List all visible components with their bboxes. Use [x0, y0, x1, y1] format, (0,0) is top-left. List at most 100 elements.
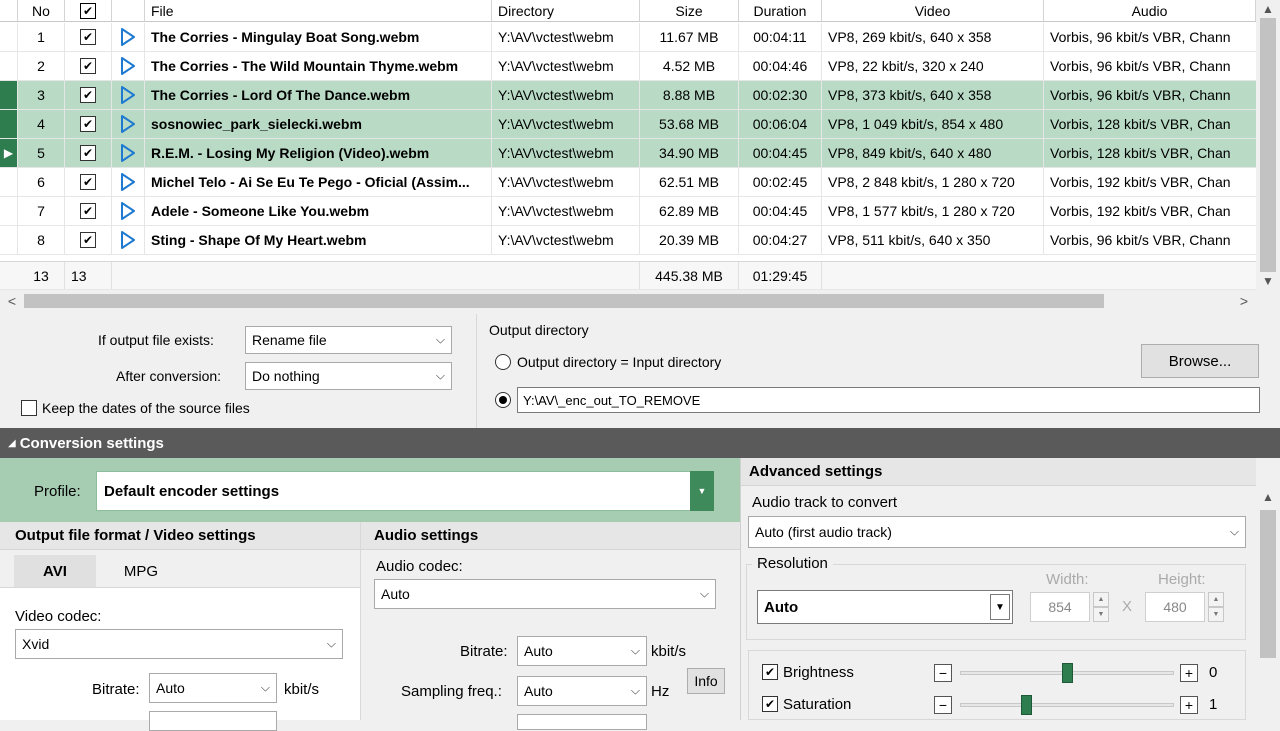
saturation-slider-track[interactable]	[960, 703, 1174, 707]
scroll-up-arrow-icon[interactable]: ▲	[1256, 488, 1280, 506]
row-checkbox[interactable]: ✔	[80, 87, 96, 103]
video-codec-dropdown[interactable]: Xvid ⌵	[15, 629, 343, 659]
row-indicator[interactable]	[0, 52, 18, 80]
resolution-dropdown[interactable]: Auto ▼	[757, 590, 1013, 624]
row-checkbox-cell[interactable]: ✔	[65, 197, 112, 225]
collapse-triangle-icon[interactable]: ◢	[8, 438, 16, 449]
brightness-checkbox[interactable]: ✔	[762, 664, 778, 680]
scroll-up-arrow-icon[interactable]: ▲	[1256, 0, 1280, 18]
column-header-audio[interactable]: Audio	[1044, 0, 1256, 21]
row-checkbox-cell[interactable]: ✔	[65, 110, 112, 138]
vertical-scroll-thumb[interactable]	[1260, 18, 1276, 272]
column-header-video[interactable]: Video	[822, 0, 1044, 21]
row-play-cell[interactable]	[112, 23, 145, 51]
row-checkbox-cell[interactable]: ✔	[65, 23, 112, 51]
row-indicator[interactable]	[0, 226, 18, 254]
tab-avi[interactable]: AVI	[14, 555, 96, 587]
row-indicator[interactable]	[0, 197, 18, 225]
saturation-slider-thumb[interactable]	[1021, 695, 1032, 715]
info-button[interactable]: Info	[687, 668, 725, 694]
custom-directory-field[interactable]: Y:\AV\_enc_out_TO_REMOVE	[517, 387, 1260, 413]
row-play-cell[interactable]	[112, 168, 145, 196]
height-spin-up-icon[interactable]: ▲	[1208, 592, 1224, 607]
saturation-minus-icon[interactable]: −	[934, 696, 952, 714]
table-row[interactable]: 2 ✔ The Corries - The Wild Mountain Thyme.…	[0, 52, 1256, 81]
browse-button[interactable]: Browse...	[1141, 344, 1259, 378]
keep-dates-checkbox[interactable]	[21, 400, 37, 416]
saturation-plus-icon[interactable]: +	[1180, 696, 1198, 714]
width-spin-up-icon[interactable]: ▲	[1093, 592, 1109, 607]
row-checkbox[interactable]: ✔	[80, 232, 96, 248]
scroll-down-arrow-icon[interactable]: ▼	[1256, 272, 1280, 290]
column-header-directory[interactable]: Directory	[492, 0, 640, 21]
row-indicator[interactable]: ▶	[0, 139, 18, 167]
tab-mpg[interactable]: MPG	[100, 555, 182, 587]
row-play-cell[interactable]	[112, 81, 145, 109]
play-triangle-icon[interactable]	[120, 85, 136, 105]
video-bitrate-dropdown[interactable]: Auto ⌵	[149, 673, 277, 703]
row-indicator[interactable]	[0, 23, 18, 51]
play-triangle-icon[interactable]	[120, 143, 136, 163]
row-indicator[interactable]	[0, 110, 18, 138]
brightness-plus-icon[interactable]: +	[1180, 664, 1198, 682]
row-play-cell[interactable]	[112, 139, 145, 167]
video-secondary-dropdown[interactable]	[149, 711, 277, 731]
row-checkbox[interactable]: ✔	[80, 174, 96, 190]
width-spin-down-icon[interactable]: ▼	[1093, 607, 1109, 622]
audio-codec-dropdown[interactable]: Auto ⌵	[374, 579, 716, 609]
column-header-check[interactable]: ✔	[65, 0, 112, 21]
radio-custom-directory[interactable]	[495, 392, 511, 408]
row-checkbox-cell[interactable]: ✔	[65, 52, 112, 80]
row-checkbox-cell[interactable]: ✔	[65, 226, 112, 254]
row-play-cell[interactable]	[112, 197, 145, 225]
file-list-grid[interactable]: No ✔ File Directory Size Duration Video …	[0, 0, 1256, 290]
brightness-minus-icon[interactable]: −	[934, 664, 952, 682]
audio-track-dropdown[interactable]: Auto (first audio track) ⌵	[748, 516, 1246, 548]
row-indicator[interactable]	[0, 168, 18, 196]
play-triangle-icon[interactable]	[120, 56, 136, 76]
after-conversion-dropdown[interactable]: Do nothing ⌵	[245, 362, 452, 390]
profile-dropdown[interactable]: Default encoder settings	[96, 471, 714, 511]
if-output-exists-dropdown[interactable]: Rename file ⌵	[245, 326, 452, 354]
audio-bitrate-dropdown[interactable]: Auto ⌵	[517, 636, 647, 666]
scroll-right-arrow-icon[interactable]: >	[1232, 290, 1256, 312]
row-checkbox-cell[interactable]: ✔	[65, 139, 112, 167]
play-triangle-icon[interactable]	[120, 201, 136, 221]
table-row[interactable]: 1 ✔ The Corries - Mingulay Boat Song.webm Y…	[0, 23, 1256, 52]
play-triangle-icon[interactable]	[120, 230, 136, 250]
brightness-slider-thumb[interactable]	[1062, 663, 1073, 683]
row-play-cell[interactable]	[112, 52, 145, 80]
advanced-scroll-thumb[interactable]	[1260, 510, 1276, 658]
play-triangle-icon[interactable]	[120, 114, 136, 134]
saturation-checkbox[interactable]: ✔	[762, 696, 778, 712]
table-row[interactable]: 4 ✔ sosnowiec_park_sielecki.webm Y:\AV\vcte…	[0, 110, 1256, 139]
table-row[interactable]: 7 ✔ Adele - Someone Like You.webm Y:\AV\vct…	[0, 197, 1256, 226]
table-row[interactable]: ▶ 5 ✔ R.E.M. - Losing My Religion (Video).w…	[0, 139, 1256, 168]
audio-secondary-dropdown[interactable]	[517, 714, 647, 730]
table-row[interactable]: 6 ✔ Michel Telo - Ai Se Eu Te Pego - Ofici…	[0, 168, 1256, 197]
row-play-cell[interactable]	[112, 110, 145, 138]
row-checkbox[interactable]: ✔	[80, 145, 96, 161]
row-checkbox[interactable]: ✔	[80, 116, 96, 132]
column-header-no[interactable]: No	[18, 0, 65, 21]
check-all-checkbox[interactable]: ✔	[80, 2, 96, 19]
table-row[interactable]: 3 ✔ The Corries - Lord Of The Dance.webm Y:…	[0, 81, 1256, 110]
width-field[interactable]: 854	[1030, 592, 1090, 622]
column-header-file[interactable]: File	[145, 0, 492, 21]
play-triangle-icon[interactable]	[120, 172, 136, 192]
column-header-size[interactable]: Size	[640, 0, 739, 21]
row-play-cell[interactable]	[112, 226, 145, 254]
dropdown-arrow-icon[interactable]: ▼	[990, 594, 1010, 620]
horizontal-scroll-thumb[interactable]	[24, 294, 1104, 308]
row-checkbox[interactable]: ✔	[80, 203, 96, 219]
scroll-left-arrow-icon[interactable]: <	[0, 290, 24, 312]
row-checkbox[interactable]: ✔	[80, 29, 96, 45]
height-field[interactable]: 480	[1145, 592, 1205, 622]
sampling-freq-dropdown[interactable]: Auto ⌵	[517, 676, 647, 706]
row-checkbox-cell[interactable]: ✔	[65, 168, 112, 196]
row-indicator[interactable]	[0, 81, 18, 109]
row-checkbox-cell[interactable]: ✔	[65, 81, 112, 109]
radio-same-as-input[interactable]	[495, 354, 511, 370]
play-triangle-icon[interactable]	[120, 27, 136, 47]
conversion-settings-header[interactable]: ◢ Conversion settings	[0, 428, 1280, 458]
